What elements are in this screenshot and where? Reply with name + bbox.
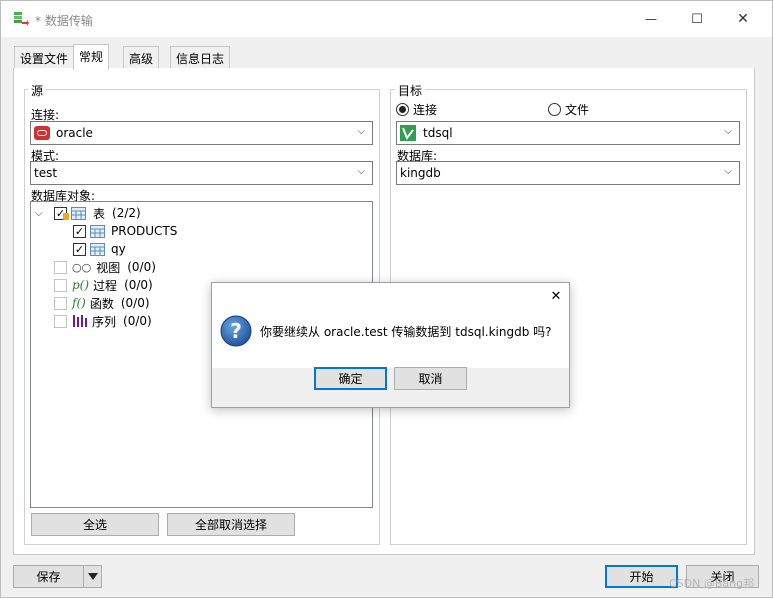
radio-selected[interactable] — [396, 102, 409, 116]
target-database-value: kingdb — [400, 166, 441, 180]
products-checkbox[interactable]: ✓ — [73, 224, 86, 238]
chevron-down-icon: ⌵ — [724, 166, 732, 177]
procedure-icon: p() — [72, 278, 90, 292]
data-transfer-icon — [13, 11, 29, 27]
dialog-message: 你要继续从 oracle.test 传输数据到 tdsql.kingdb 吗? — [260, 325, 552, 339]
source-mode-value: test — [34, 166, 58, 180]
close-icon: ✕ — [737, 11, 749, 27]
table-icon — [71, 206, 86, 220]
sequences-checkbox[interactable] — [54, 314, 67, 328]
deselect-all-button[interactable]: 全部取消选择 — [167, 513, 295, 536]
target-connection-value: tdsql — [423, 126, 453, 140]
tab-settings-file[interactable]: 设置文件 — [14, 46, 75, 69]
tree-node-products[interactable]: ✓ PRODUCTS — [73, 222, 177, 240]
maximize-button[interactable]: ☐ — [674, 1, 720, 37]
functions-label: 函数 — [89, 296, 114, 311]
save-dropdown-button[interactable] — [83, 565, 102, 588]
watermark: CSDN @Bang邦 — [669, 577, 755, 590]
dialog-close-button[interactable]: ✕ — [543, 283, 569, 309]
select-all-button[interactable]: 全选 — [31, 513, 159, 536]
chevron-down-icon: ⌵ — [357, 126, 365, 137]
save-button[interactable]: 保存 — [13, 565, 83, 588]
products-label: PRODUCTS — [111, 224, 178, 238]
title-bar: * 数据传输 — ☐ ✕ — [1, 1, 772, 37]
start-button[interactable]: 开始 — [605, 565, 678, 588]
chevron-down-icon: ⌵ — [357, 166, 365, 177]
dialog-title-bar — [212, 283, 569, 309]
sequences-label: 序列 — [92, 314, 117, 329]
sequence-icon — [72, 315, 88, 327]
dialog-ok-button[interactable]: 确定 — [314, 367, 387, 390]
data-transfer-window: * 数据传输 — ☐ ✕ 设置文件 常规 高级 信息日志 源 连接: oracl… — [0, 0, 773, 598]
tree-node-tables[interactable]: ⌵ ✓ 表 (2/2) — [35, 204, 141, 222]
procedures-checkbox[interactable] — [54, 278, 67, 292]
views-checkbox[interactable] — [54, 260, 67, 274]
window-title: * 数据传输 — [35, 14, 93, 28]
target-database-select[interactable]: kingdb ⌵ — [396, 161, 740, 185]
views-label: 视图 — [96, 260, 121, 275]
tdsql-icon — [400, 125, 416, 141]
svg-text:?: ? — [230, 319, 242, 343]
source-connection-value: oracle — [56, 126, 93, 140]
functions-count: (0/0) — [120, 296, 150, 310]
tree-node-qy[interactable]: ✓ qy — [73, 240, 126, 258]
target-connection-radio-label: 连接 — [413, 102, 438, 117]
oracle-icon — [34, 126, 50, 140]
minimize-icon: — — [645, 12, 657, 26]
qy-label: qy — [111, 242, 126, 256]
table-icon — [90, 224, 105, 238]
functions-checkbox[interactable] — [54, 296, 67, 310]
source-connection-select[interactable]: oracle ⌵ — [30, 121, 373, 145]
views-count: (0/0) — [127, 260, 156, 274]
function-icon: f() — [72, 296, 86, 310]
maximize-icon: ☐ — [691, 11, 703, 27]
lock-icon — [63, 212, 69, 220]
qy-checkbox[interactable]: ✓ — [73, 242, 86, 256]
tree-node-functions[interactable]: f() 函数 (0/0) — [54, 294, 150, 312]
chevron-down-icon[interactable]: ⌵ — [35, 208, 49, 219]
sequences-count: (0/0) — [123, 314, 152, 328]
tab-advanced[interactable]: 高级 — [123, 46, 160, 69]
table-icon — [90, 242, 105, 256]
minimize-button[interactable]: — — [628, 1, 674, 37]
tree-node-procedures[interactable]: p() 过程 (0/0) — [54, 276, 153, 294]
close-icon: ✕ — [550, 288, 562, 304]
source-group-label: 源 — [28, 82, 47, 99]
caret-down-icon — [87, 573, 98, 580]
confirm-dialog: ✕ ? 你要继续从 oracle.test 传输数据到 tdsql.kingdb… — [211, 282, 570, 408]
glasses-icon: ○○ — [72, 260, 92, 274]
tab-general[interactable]: 常规 — [73, 44, 110, 70]
tree-node-sequences[interactable]: 序列 (0/0) — [54, 312, 152, 330]
procedures-label: 过程 — [93, 278, 118, 293]
target-file-radio-label: 文件 — [565, 102, 590, 117]
dialog-cancel-button[interactable]: 取消 — [394, 367, 467, 390]
tables-label: 表 — [93, 206, 106, 221]
target-connection-radio[interactable]: 连接 — [396, 100, 437, 118]
target-file-radio[interactable]: 文件 — [548, 100, 589, 118]
tab-message-log[interactable]: 信息日志 — [170, 46, 231, 69]
procedures-count: (0/0) — [124, 278, 153, 292]
source-mode-select[interactable]: test ⌵ — [30, 161, 373, 185]
tree-node-views[interactable]: ○○ 视图 (0/0) — [54, 258, 156, 276]
tables-count: (2/2) — [112, 206, 141, 220]
chevron-down-icon: ⌵ — [724, 126, 732, 137]
question-icon: ? — [220, 315, 252, 347]
target-group-label: 目标 — [395, 82, 426, 99]
radio-unselected[interactable] — [548, 102, 561, 116]
close-window-button[interactable]: ✕ — [720, 1, 766, 37]
target-connection-select[interactable]: tdsql ⌵ — [396, 121, 740, 145]
